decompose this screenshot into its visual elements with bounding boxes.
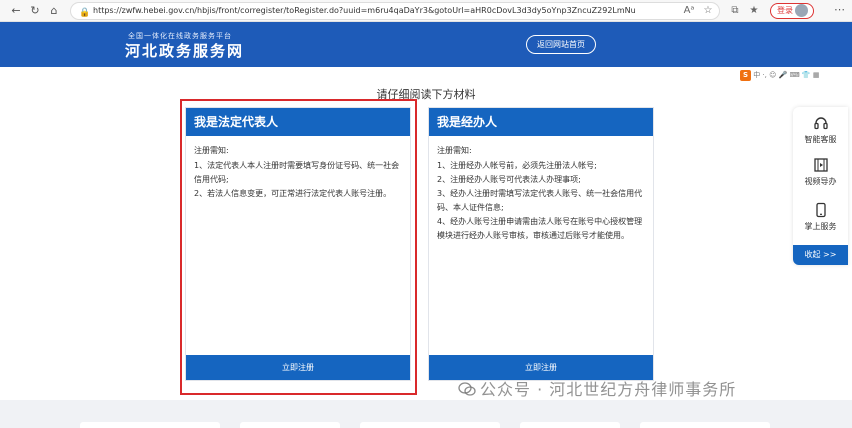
site-title[interactable]: 河北政务服务网 (125, 40, 244, 61)
film-icon (793, 157, 848, 173)
footer-tile (240, 422, 340, 428)
agent-notice-title: 注册需知: (437, 146, 472, 155)
login-label: 登录 (777, 6, 793, 15)
wechat-watermark: 公众号 · 河北世纪方舟律师事务所 (458, 376, 736, 400)
agent-notice-item: 4、经办人账号注册申请需由法人账号在账号中心授权管理模块进行经办人账号审核，审核… (437, 217, 643, 240)
site-header: 全国一体化在线政务服务平台 河北政务服务网 返回网站首页 (0, 22, 852, 67)
side-service-panel: 智能客服 视频导办 掌上服务 收起 >> (793, 107, 848, 265)
footer-tile (520, 422, 620, 428)
lock-icon: 🔒 (79, 8, 91, 18)
agent-card-title: 我是经办人 (429, 108, 653, 136)
sogou-icon[interactable]: S (740, 70, 751, 81)
agent-notice-item: 3、经办人注册时需填写法定代表人账号、统一社会信用代码、本人证件信息; (437, 189, 643, 212)
ime-tools-icon[interactable]: 中 ·, ☺ 🎤 ⌨ 👕 ▦ (753, 71, 819, 79)
agent-card-body: 注册需知: 1、注册经办人帐号前，必须先注册法人帐号; 2、注册经办人账号可代表… (429, 136, 653, 243)
favorite-star-icon[interactable]: ☆ (700, 3, 716, 19)
footer-tile (80, 422, 220, 428)
legal-notice-title: 注册需知: (194, 146, 229, 155)
side-item-video-guide[interactable]: 视频导办 (793, 157, 848, 187)
more-menu-icon[interactable]: ⋯ (834, 3, 845, 16)
legal-card-body: 注册需知: 1、法定代表人本人注册时需要填写身份证号码、统一社会信用代码; 2、… (186, 136, 410, 201)
agent-notice-item: 2、注册经办人账号可代表法人办理事项; (437, 175, 581, 184)
headset-icon (793, 115, 848, 131)
back-icon[interactable]: ← (8, 3, 24, 19)
input-method-toolbar: S 中 ·, ☺ 🎤 ⌨ 👕 ▦ (740, 70, 840, 82)
watermark-text: 公众号 · 河北世纪方舟律师事务所 (480, 380, 737, 399)
side-item-label: 智能客服 (804, 135, 837, 144)
side-item-mobile-service[interactable]: 掌上服务 (793, 202, 848, 232)
browser-toolbar: ← ↻ ⌂ 🔒 https://zwfw.hebei.gov.cn/hbjis/… (0, 0, 852, 22)
address-bar[interactable]: 🔒 https://zwfw.hebei.gov.cn/hbjis/front/… (70, 2, 720, 20)
favorites-icon[interactable]: ★ (746, 3, 762, 19)
side-item-smart-service[interactable]: 智能客服 (793, 115, 848, 145)
legal-representative-card: 我是法定代表人 注册需知: 1、法定代表人本人注册时需要填写身份证号码、统一社会… (185, 107, 411, 381)
collapse-button[interactable]: 收起 >> (793, 245, 848, 265)
phone-icon (793, 202, 848, 218)
footer-tile (640, 422, 770, 428)
legal-notice-item: 2、若法人信息变更，可正常进行法定代表人账号注册。 (194, 189, 392, 198)
legal-register-button[interactable]: 立即注册 (186, 355, 410, 380)
refresh-icon[interactable]: ↻ (27, 3, 43, 19)
read-aloud-icon[interactable]: Aᵃ (681, 3, 697, 19)
agent-card: 我是经办人 注册需知: 1、注册经办人帐号前，必须先注册法人帐号; 2、注册经办… (428, 107, 654, 381)
home-icon[interactable]: ⌂ (46, 3, 62, 19)
url-text: https://zwfw.hebei.gov.cn/hbjis/front/co… (93, 6, 636, 15)
side-item-label: 掌上服务 (804, 222, 837, 231)
collections-icon[interactable]: ⧉ (727, 3, 743, 19)
side-item-label: 视频导办 (804, 177, 837, 186)
legal-notice-item: 1、法定代表人本人注册时需要填写身份证号码、统一社会信用代码; (194, 161, 400, 184)
avatar[interactable] (795, 4, 808, 17)
return-home-button[interactable]: 返回网站首页 (526, 35, 596, 54)
page-instruction: 请仔细阅读下方材料 (376, 88, 476, 101)
footer-tile (360, 422, 500, 428)
main-content: S 中 ·, ☺ 🎤 ⌨ 👕 ▦ 请仔细阅读下方材料 我是法定代表人 注册需知:… (0, 67, 852, 400)
agent-notice-item: 1、注册经办人帐号前，必须先注册法人帐号; (437, 161, 597, 170)
legal-card-title: 我是法定代表人 (186, 108, 410, 136)
wechat-icon (458, 382, 476, 396)
